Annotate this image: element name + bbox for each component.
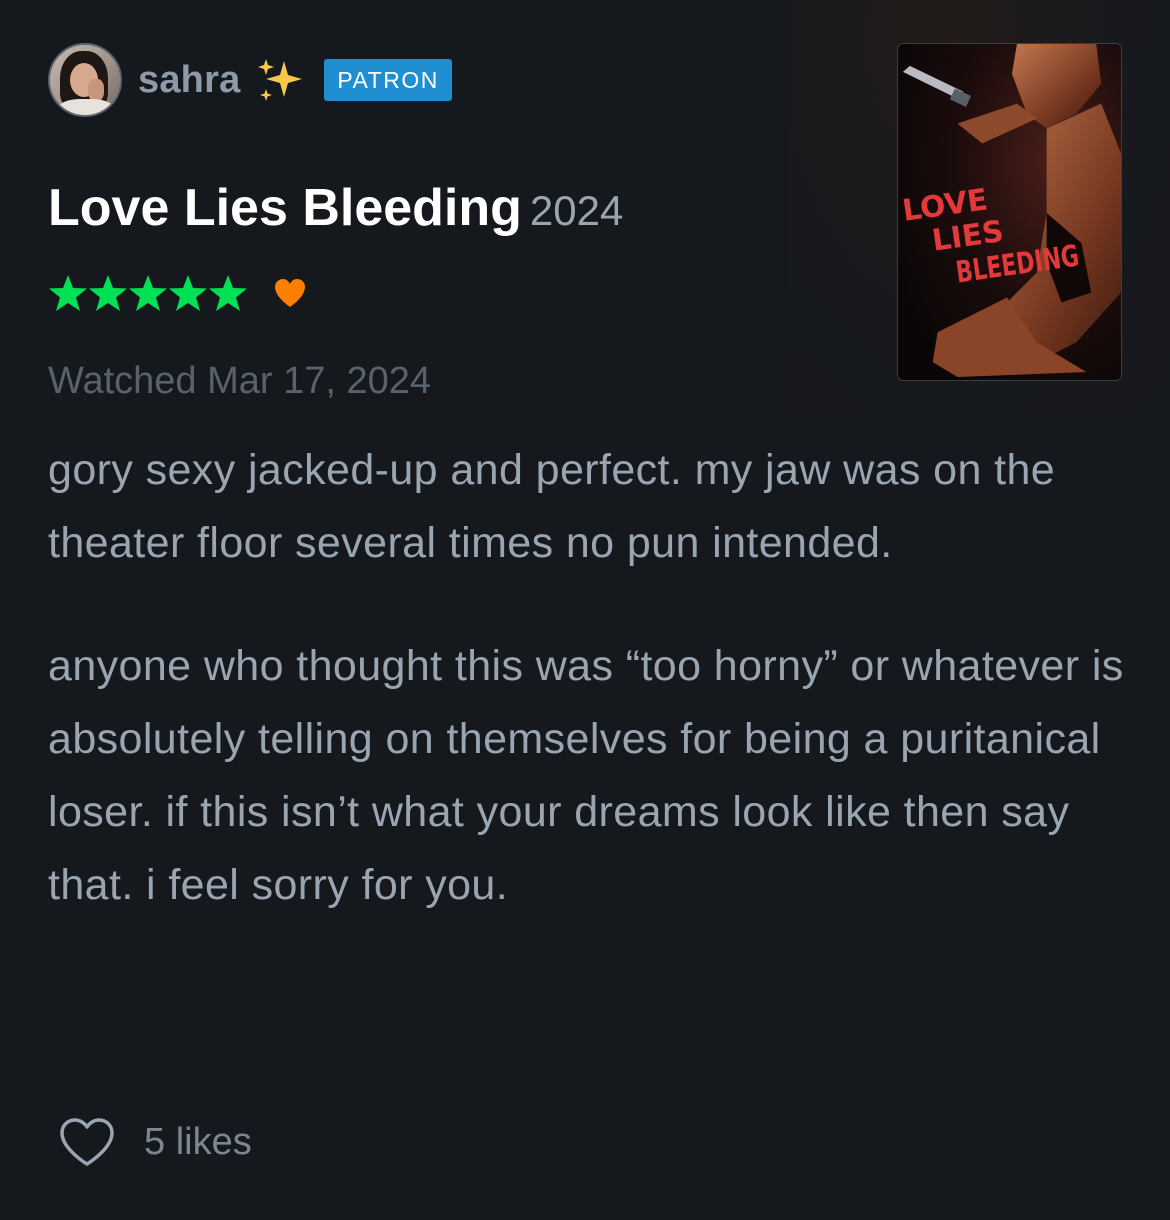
film-heading: Love Lies Bleeding 2024 — [48, 178, 623, 238]
star-icon — [129, 275, 167, 311]
star-icon — [89, 275, 127, 311]
star-icon — [169, 275, 207, 311]
liked-heart-icon — [275, 279, 305, 307]
review-body: gory sexy jacked-up and perfect. my jaw … — [48, 434, 1128, 922]
patron-badge: PATRON — [324, 59, 452, 101]
star-icon — [209, 275, 247, 311]
likes-row: 5 likes — [58, 1116, 252, 1168]
film-poster[interactable]: LOVE LIES BLEEDING — [897, 43, 1122, 381]
likes-count[interactable]: 5 likes — [144, 1121, 252, 1164]
review-author[interactable]: sahra PATRON — [48, 43, 452, 117]
sparkles-icon — [258, 59, 303, 101]
review-paragraph: anyone who thought this was “too horny” … — [48, 642, 1124, 909]
watched-date[interactable]: Watched Mar 17, 2024 — [48, 360, 431, 403]
film-title[interactable]: Love Lies Bleeding — [48, 179, 522, 237]
username[interactable]: sahra — [138, 59, 240, 102]
film-year[interactable]: 2024 — [530, 187, 623, 234]
review-paragraph: gory sexy jacked-up and perfect. my jaw … — [48, 446, 1056, 567]
star-icon — [49, 275, 87, 311]
avatar[interactable] — [48, 43, 122, 117]
rating-row — [48, 273, 310, 313]
heart-outline-icon[interactable] — [58, 1116, 116, 1168]
